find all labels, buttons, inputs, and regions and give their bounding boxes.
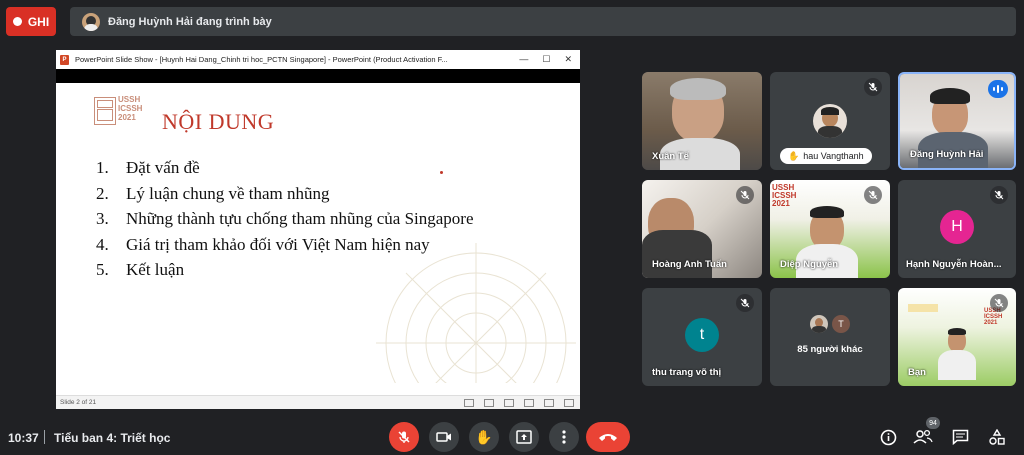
presenter-banner-text: Đăng Huỳnh Hải đang trình bày <box>108 15 272 28</box>
participant-tile[interactable]: USSH ICSSH 2021 Diệp Nguyễn <box>770 180 890 278</box>
conference-logo: USSH ICSSH 2021 <box>772 183 797 208</box>
people-icon <box>913 429 933 444</box>
hand-icon: ✋ <box>788 150 800 161</box>
slide-letterbox <box>56 69 580 83</box>
list-item: 2. Lý luận chung về tham nhũng <box>96 183 330 203</box>
mic-off-icon <box>990 186 1008 204</box>
participant-tile[interactable]: Hoàng Anh Tuấn <box>642 180 762 278</box>
present-button[interactable] <box>509 422 539 452</box>
participant-name: Hạnh Nguyễn Hoàn... <box>906 259 1002 270</box>
list-item: 1. Đặt vấn đề <box>96 158 200 177</box>
slide-sorter-icon[interactable] <box>524 398 534 407</box>
participant-name: thu trang võ thị <box>652 367 722 378</box>
participant-tile[interactable]: ✋ hau Vangthanh <box>770 72 890 170</box>
slide-counter: Slide 2 of 21 <box>60 399 97 406</box>
slideshow-statusbar: Slide 2 of 21 <box>56 395 580 409</box>
leave-call-button[interactable] <box>586 422 630 452</box>
activities-icon <box>989 428 1005 445</box>
others-count-label: 85 người khác <box>797 344 863 355</box>
close-icon[interactable]: ✕ <box>564 54 572 65</box>
speaking-indicator-icon <box>988 80 1008 98</box>
people-count-badge: 94 <box>926 417 940 429</box>
participant-name: Xuân Tế <box>652 151 689 162</box>
participant-name: Bạn <box>908 367 926 378</box>
presenter-avatar <box>82 12 100 31</box>
raise-hand-button[interactable]: ✋ <box>469 422 499 452</box>
avatar <box>813 104 847 138</box>
meeting-details-button[interactable] <box>877 427 899 447</box>
presentation-window: P PowerPoint Slide Show - [Huynh Hai Dan… <box>56 50 580 409</box>
hang-up-icon <box>599 434 617 441</box>
recording-badge: GHI <box>6 7 56 36</box>
chat-icon <box>952 429 968 445</box>
participant-tile[interactable]: Xuân Tế <box>642 72 762 170</box>
mic-off-icon <box>398 431 410 443</box>
window-titlebar: P PowerPoint Slide Show - [Huynh Hai Dan… <box>56 50 580 70</box>
avatar <box>810 315 828 333</box>
slide-content-list: 1. Đặt vấn đề 2. Lý luận chung về tham nhũ… <box>96 155 474 283</box>
record-dot-icon <box>12 17 22 26</box>
divider <box>44 430 45 444</box>
normal-view-icon[interactable] <box>504 398 514 407</box>
chat-button[interactable] <box>949 427 971 447</box>
list-item: 4. Giá trị tham khảo đối với Việt Nam hiệ… <box>96 234 430 254</box>
slideshow-view-icon[interactable] <box>564 398 574 407</box>
avatar: T <box>832 315 850 333</box>
participant-tile[interactable]: USSH ICSSH 2021 Bạn <box>898 288 1016 386</box>
list-item: 5. Kết luận <box>96 260 185 279</box>
ussh-logo: USSH ICSSH 2021 <box>94 95 146 125</box>
avatar: H <box>940 210 974 244</box>
more-vert-icon <box>562 430 566 444</box>
mic-toggle-button[interactable] <box>389 422 419 452</box>
mic-off-icon <box>864 78 882 96</box>
next-icon[interactable] <box>484 398 494 407</box>
clock: 10:37 <box>8 431 39 445</box>
list-item: 3. Những thành tựu chống tham nhũng của S… <box>96 209 474 228</box>
raised-hand-chip: ✋ hau Vangthanh <box>780 148 872 164</box>
minimize-icon[interactable]: — <box>519 54 528 65</box>
prev-icon[interactable] <box>464 398 474 407</box>
more-options-button[interactable] <box>549 422 579 452</box>
participant-name: Diệp Nguyễn <box>780 259 839 270</box>
reading-view-icon[interactable] <box>544 398 554 407</box>
avatar: t <box>685 318 719 352</box>
participant-tile[interactable]: H Hạnh Nguyễn Hoàn... <box>898 180 1016 278</box>
camera-toggle-button[interactable] <box>429 422 459 452</box>
participant-name: Đăng Huỳnh Hải <box>910 149 984 160</box>
others-tile[interactable]: T 85 người khác <box>770 288 890 386</box>
powerpoint-icon: P <box>60 54 69 65</box>
recording-label: GHI <box>27 14 50 29</box>
activities-button[interactable] <box>986 427 1008 447</box>
people-button[interactable] <box>912 427 934 447</box>
window-title: PowerPoint Slide Show - [Huynh Hai Dang_… <box>75 55 448 64</box>
mic-off-icon <box>736 294 754 312</box>
mic-off-icon <box>736 186 754 204</box>
meeting-title: Tiểu ban 4: Triết học <box>54 431 171 445</box>
info-icon <box>880 429 896 445</box>
presenter-banner[interactable]: Đăng Huỳnh Hải đang trình bày <box>70 7 1016 36</box>
slide-heading: NỘI DUNG <box>162 109 275 134</box>
participant-tile[interactable]: Đăng Huỳnh Hải <box>898 72 1016 170</box>
participant-name: Hoàng Anh Tuấn <box>652 259 727 270</box>
present-screen-icon <box>516 430 532 444</box>
hand-icon: ✋ <box>475 428 493 445</box>
maximize-icon[interactable]: ☐ <box>542 54 550 65</box>
participant-tile[interactable]: t thu trang võ thị <box>642 288 762 386</box>
camera-icon <box>436 432 451 442</box>
mic-off-icon <box>990 294 1008 312</box>
mic-off-icon <box>864 186 882 204</box>
slide: USSH ICSSH 2021 NỘI DUNG 1. Đặt vấn đề 2.… <box>56 83 580 383</box>
